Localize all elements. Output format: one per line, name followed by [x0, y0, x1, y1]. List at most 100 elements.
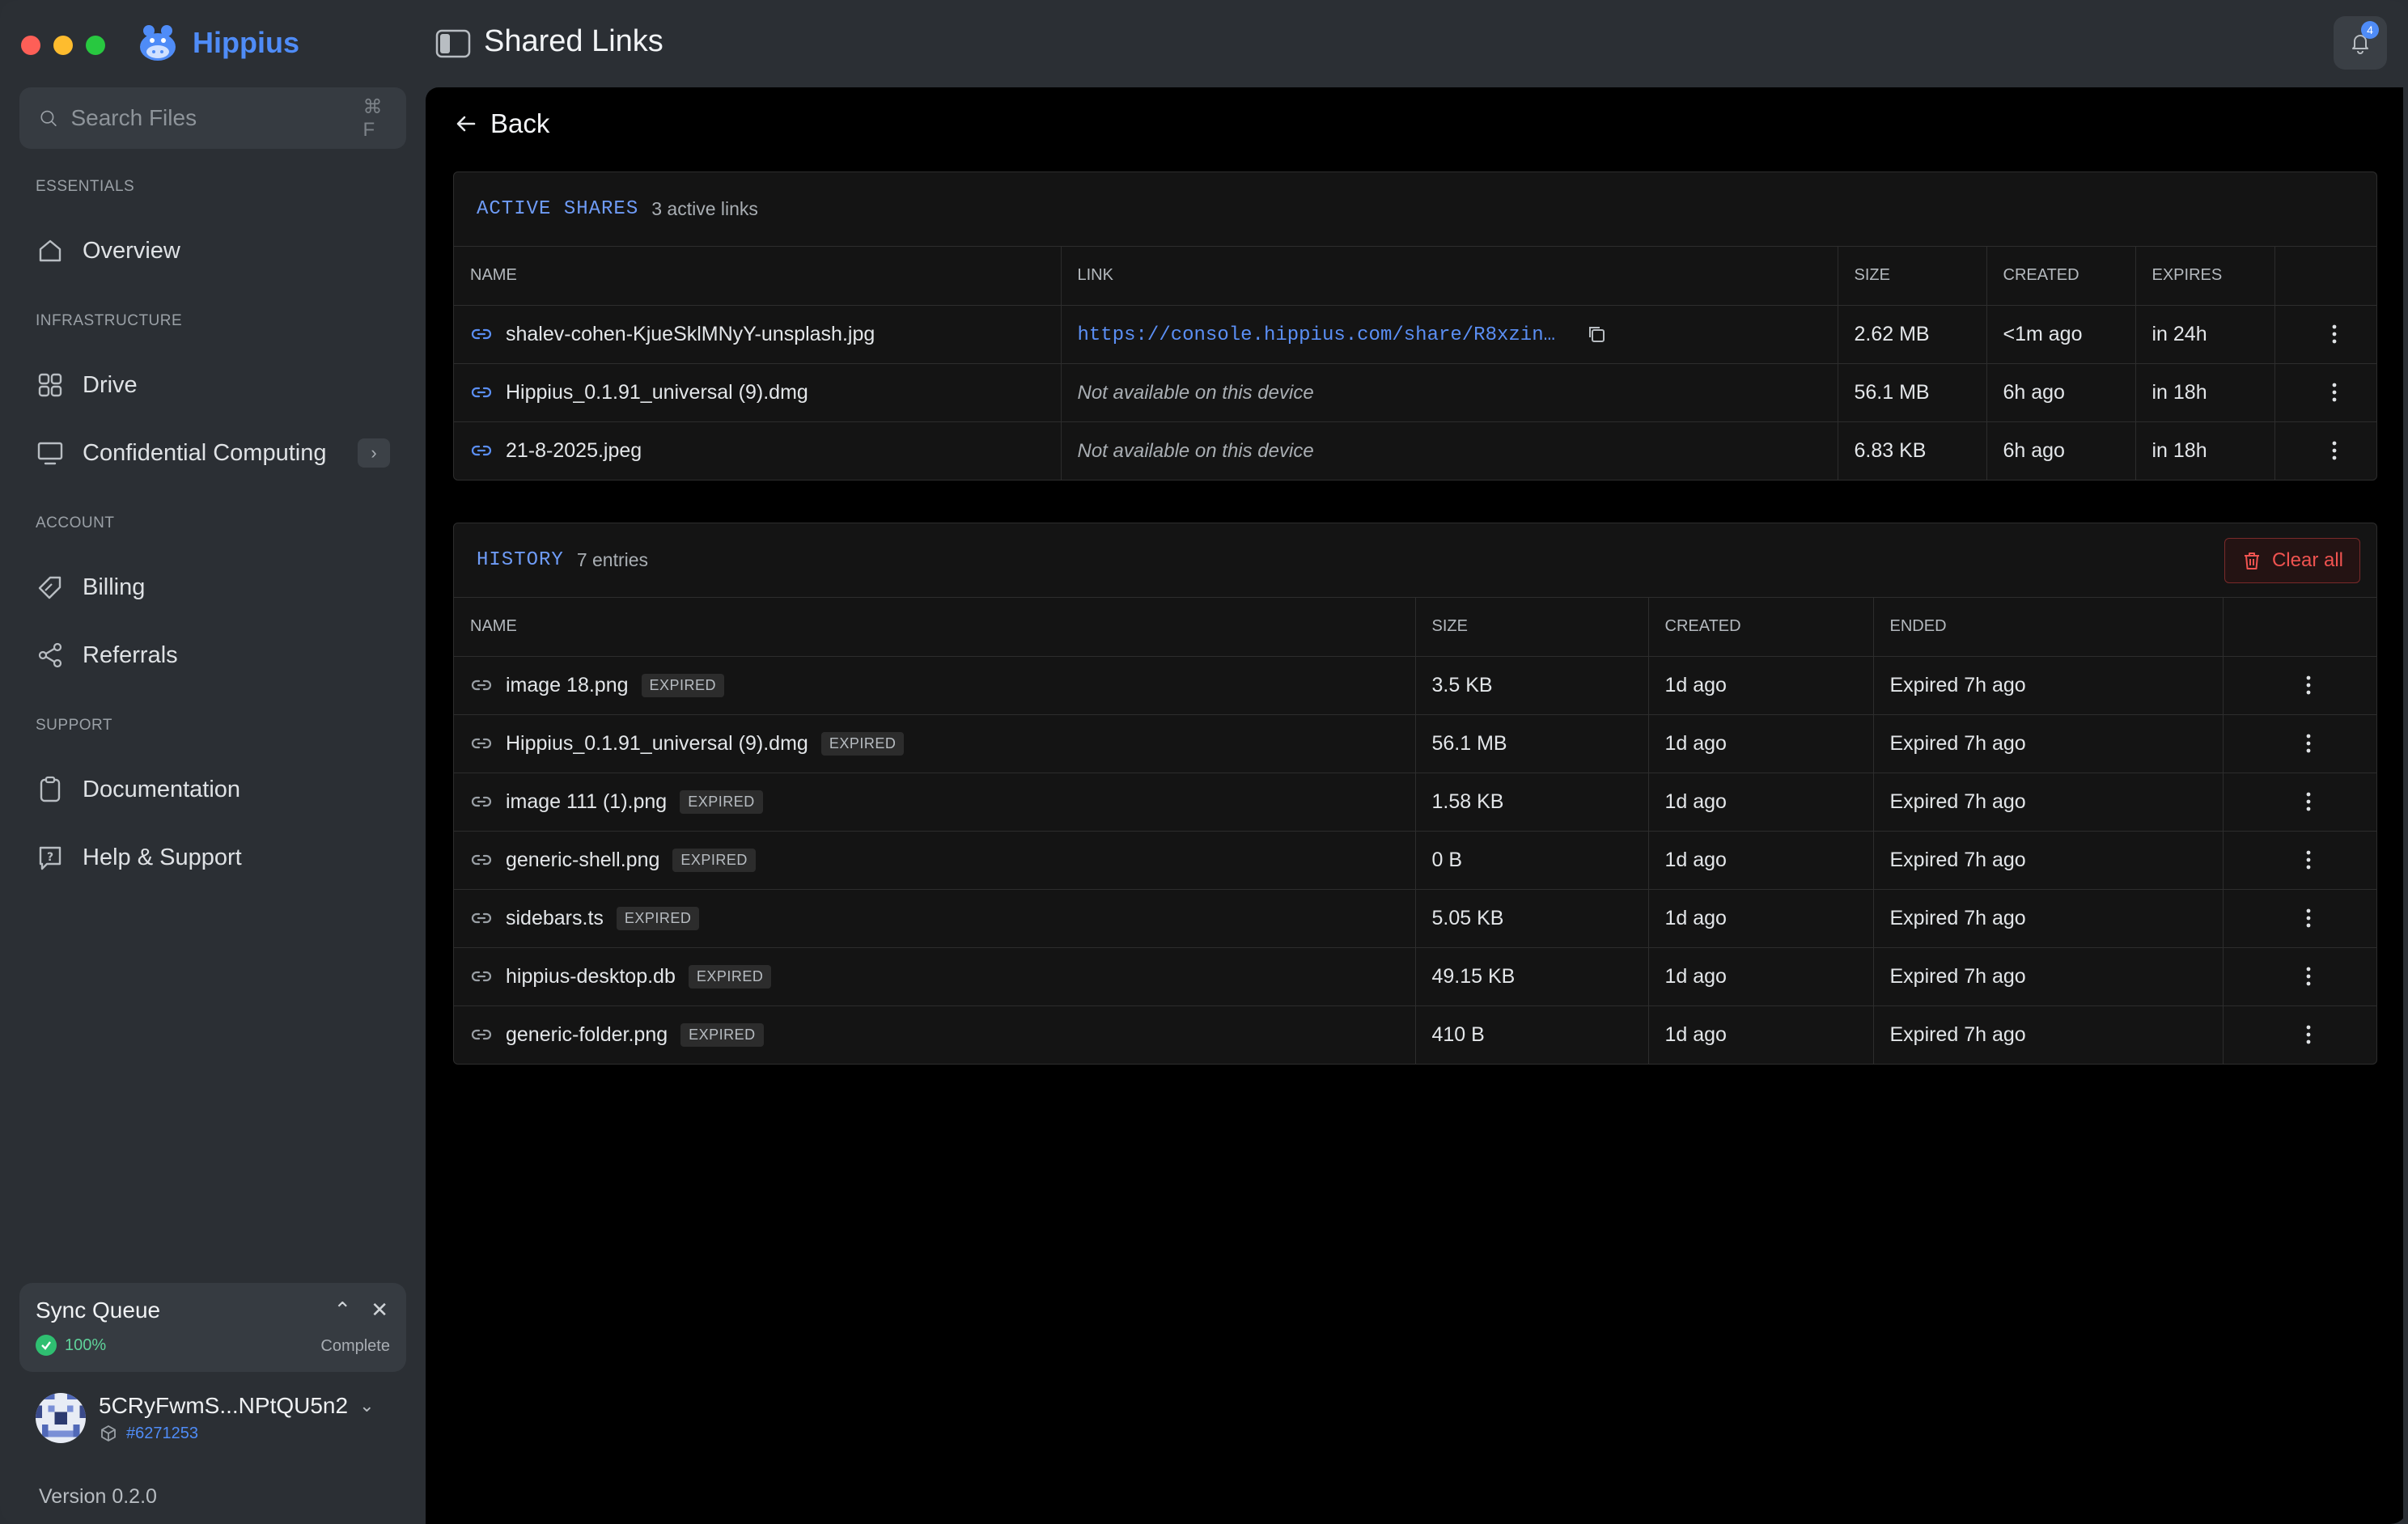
- created-time: 1d ago: [1648, 773, 1874, 832]
- ended-time: Expired 7h ago: [1873, 656, 2224, 715]
- link-icon: [471, 387, 492, 398]
- sidebar-item-documentation[interactable]: Documentation: [19, 760, 406, 819]
- link-unavailable: Not available on this device: [1077, 381, 1314, 404]
- expired-badge: EXPIRED: [680, 790, 763, 814]
- sidebar-item-label: Drive: [83, 371, 138, 398]
- grid-icon: [38, 373, 62, 397]
- check-circle-icon: [36, 1335, 57, 1356]
- more-vertical-icon[interactable]: [2240, 849, 2377, 871]
- column-header[interactable]: CREATED: [1648, 598, 1874, 657]
- file-name: sidebars.ts: [506, 906, 604, 929]
- trash-icon: [2244, 552, 2259, 569]
- sync-queue-card: Sync Queue ⌃ ✕ 100% Complete: [19, 1283, 406, 1372]
- more-vertical-icon[interactable]: [2291, 439, 2377, 462]
- active-shares-count: 3 active links: [651, 198, 758, 219]
- more-vertical-icon[interactable]: [2240, 674, 2377, 696]
- sidebar-toggle-icon[interactable]: [435, 29, 471, 58]
- table-row[interactable]: Hippius_0.1.91_universal (9).dmg EXPIRED 5…: [454, 714, 2377, 773]
- table-row[interactable]: generic-shell.png EXPIRED 0 B 1d ago Expired…: [454, 831, 2377, 890]
- link-icon: [471, 912, 492, 924]
- file-name: Hippius_0.1.91_universal (9).dmg: [506, 380, 808, 404]
- more-vertical-icon[interactable]: [2240, 732, 2377, 755]
- more-vertical-icon[interactable]: [2291, 323, 2377, 345]
- column-header[interactable]: CREATED: [1986, 247, 2136, 306]
- more-vertical-icon[interactable]: [2240, 907, 2377, 929]
- table-row[interactable]: image 111 (1).png EXPIRED 1.58 KB 1d ago Exp…: [454, 773, 2377, 832]
- table-row[interactable]: hippius-desktop.db EXPIRED 49.15 KB 1d ago E…: [454, 947, 2377, 1006]
- chevron-down-icon[interactable]: ⌄: [359, 1395, 374, 1416]
- sidebar-item-label: Overview: [83, 237, 180, 264]
- back-button[interactable]: Back: [453, 108, 549, 139]
- clear-all-button[interactable]: Clear all: [2224, 538, 2360, 583]
- file-name: Hippius_0.1.91_universal (9).dmg: [506, 731, 808, 755]
- table-row[interactable]: generic-folder.png EXPIRED 410 B 1d ago Expi…: [454, 1005, 2377, 1064]
- link-icon: [471, 971, 492, 982]
- table-header-row: NAME SIZE CREATED ENDED: [454, 598, 2376, 657]
- more-vertical-icon[interactable]: [2240, 1023, 2377, 1046]
- notifications-button[interactable]: 4: [2334, 16, 2387, 70]
- ended-time: Expired 7h ago: [1873, 889, 2224, 948]
- file-size: 410 B: [1415, 1005, 1649, 1064]
- history-count: 7 entries: [576, 549, 649, 570]
- link-icon: [471, 679, 492, 691]
- chevron-up-icon[interactable]: ⌃: [333, 1298, 351, 1323]
- sidebar-item-billing[interactable]: Billing: [19, 558, 406, 616]
- link-unavailable: Not available on this device: [1077, 439, 1314, 462]
- account-switcher[interactable]: 5CRyFwmS...NPtQU5n2 ⌄ #6271253: [36, 1393, 375, 1443]
- search-input[interactable]: [70, 105, 363, 131]
- column-header[interactable]: ENDED: [1873, 598, 2224, 657]
- sidebar: ⌘ F ESSENTIALS Overview INFRASTRUCTURE D…: [0, 0, 424, 1524]
- table-row[interactable]: 21-8-2025.jpeg Not available on this dev…: [454, 421, 2377, 480]
- table-row[interactable]: Hippius_0.1.91_universal (9).dmg Not ava…: [454, 363, 2377, 422]
- ended-time: Expired 7h ago: [1873, 947, 2224, 1006]
- more-vertical-icon[interactable]: [2291, 381, 2377, 404]
- expires-time: in 24h: [2135, 305, 2275, 364]
- column-header[interactable]: NAME: [454, 598, 1416, 657]
- share-link[interactable]: https://console.hippius.com/share/R8xzin…: [1078, 324, 1556, 346]
- search-icon: [40, 110, 57, 126]
- active-shares-heading: ACTIVE SHARES: [477, 198, 639, 220]
- link-icon: [471, 796, 492, 807]
- link-icon: [471, 446, 492, 456]
- expired-badge: EXPIRED: [688, 964, 772, 988]
- created-time: 1d ago: [1648, 656, 1874, 715]
- file-size: 49.15 KB: [1415, 947, 1649, 1006]
- more-vertical-icon[interactable]: [2240, 790, 2377, 813]
- sidebar-item-label: Help & Support: [83, 844, 242, 870]
- more-vertical-icon[interactable]: [2240, 965, 2377, 988]
- sidebar-item-overview[interactable]: Overview: [19, 222, 406, 280]
- search-box[interactable]: ⌘ F: [19, 87, 406, 149]
- column-header[interactable]: SIZE: [1838, 247, 1987, 306]
- column-header[interactable]: LINK: [1061, 247, 1838, 306]
- column-header[interactable]: NAME: [454, 247, 1062, 306]
- link-icon: [471, 1030, 492, 1040]
- table-row[interactable]: shalev-cohen-KjueSklMNyY-unsplash.jpg ht…: [454, 305, 2377, 364]
- file-size: 56.1 MB: [1415, 714, 1649, 773]
- app-window: Hippius ⌘ F ESSENTIALS Overview INFRASTR…: [0, 0, 2408, 1524]
- sidebar-item-help-support[interactable]: ? Help & Support: [19, 828, 406, 887]
- table-row[interactable]: sidebars.ts EXPIRED 5.05 KB 1d ago Expired 7…: [454, 889, 2377, 948]
- active-shares-table: NAME LINK SIZE CREATED EXPIRES shalev-co…: [454, 247, 2377, 480]
- file-size: 3.5 KB: [1415, 656, 1649, 715]
- sidebar-item-confidential-computing[interactable]: Confidential Computing ›: [19, 424, 406, 482]
- expires-time: in 18h: [2135, 421, 2275, 480]
- back-label: Back: [490, 108, 550, 138]
- file-name: image 18.png: [506, 673, 629, 696]
- sidebar-item-drive[interactable]: Drive: [19, 356, 406, 414]
- file-name: generic-shell.png: [506, 848, 660, 871]
- column-header[interactable]: SIZE: [1415, 598, 1649, 657]
- created-time: 6h ago: [1986, 421, 2136, 480]
- expand-chevron-icon[interactable]: ›: [358, 438, 390, 468]
- close-icon[interactable]: ✕: [371, 1298, 388, 1323]
- app-version: Version 0.2.0: [39, 1485, 157, 1508]
- home-icon: [39, 239, 61, 262]
- account-id[interactable]: #6271253: [126, 1425, 198, 1443]
- arrow-left-icon: [456, 116, 476, 132]
- sidebar-item-label: Billing: [83, 574, 146, 600]
- section-label-essentials: ESSENTIALS: [36, 178, 135, 195]
- sidebar-item-referrals[interactable]: Referrals: [19, 626, 406, 684]
- column-header[interactable]: EXPIRES: [2135, 247, 2275, 306]
- copy-icon[interactable]: [1585, 323, 1608, 345]
- table-row[interactable]: image 18.png EXPIRED 3.5 KB 1d ago Expired 7…: [454, 656, 2377, 715]
- column-header-actions: [2223, 598, 2376, 657]
